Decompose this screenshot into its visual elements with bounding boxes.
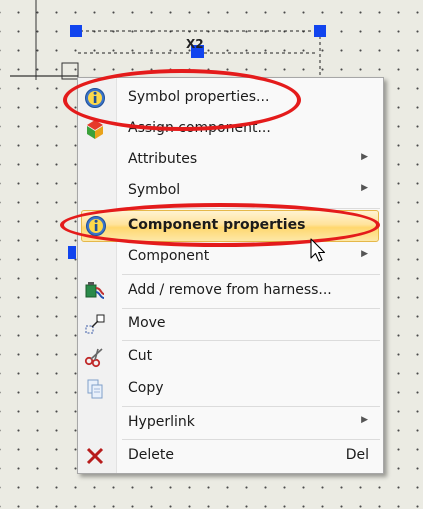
menu-item-label: Delete bbox=[128, 447, 174, 463]
menu-item-cut[interactable]: Cut bbox=[78, 342, 383, 372]
menu-item-label: Copy bbox=[128, 380, 164, 396]
menu-item-shortcut: Del bbox=[345, 447, 369, 463]
annotation-ellipse-component-properties bbox=[60, 203, 380, 247]
mouse-cursor-icon bbox=[310, 238, 326, 262]
menu-item-label: Cut bbox=[128, 348, 153, 364]
submenu-arrow-icon: ▶ bbox=[361, 415, 368, 425]
menu-item-delete[interactable]: Delete Del bbox=[78, 441, 383, 471]
selection-handle[interactable] bbox=[68, 246, 76, 259]
menu-item-label: Component bbox=[128, 248, 210, 264]
menu-separator bbox=[122, 406, 380, 407]
submenu-arrow-icon: ▶ bbox=[361, 249, 368, 259]
selection-handle[interactable] bbox=[70, 25, 82, 37]
move-icon bbox=[84, 313, 106, 335]
copy-icon bbox=[84, 378, 106, 400]
submenu-arrow-icon: ▶ bbox=[361, 152, 368, 162]
delete-icon bbox=[84, 445, 106, 467]
menu-item-add-remove-harness[interactable]: Add / remove from harness... bbox=[78, 276, 383, 306]
menu-item-label: Add / remove from harness... bbox=[128, 282, 332, 298]
scissors-icon bbox=[84, 346, 106, 368]
menu-item-label: Hyperlink bbox=[128, 414, 195, 430]
submenu-arrow-icon: ▶ bbox=[361, 183, 368, 193]
context-menu: Symbol properties... Assign component...… bbox=[77, 77, 384, 474]
symbol-reference-text: X2 bbox=[186, 37, 204, 51]
menu-item-label: Move bbox=[128, 315, 166, 331]
menu-separator bbox=[122, 340, 380, 341]
harness-icon bbox=[84, 280, 106, 302]
selection-handle[interactable] bbox=[314, 25, 326, 37]
menu-item-symbol[interactable]: Symbol ▶ bbox=[78, 176, 383, 206]
menu-separator bbox=[122, 439, 380, 440]
menu-separator bbox=[122, 274, 380, 275]
menu-item-attributes[interactable]: Attributes ▶ bbox=[78, 145, 383, 175]
annotation-ellipse-symbol-properties bbox=[63, 69, 301, 131]
menu-item-copy[interactable]: Copy bbox=[78, 374, 383, 404]
menu-item-label: Symbol bbox=[128, 182, 181, 198]
menu-item-move[interactable]: Move bbox=[78, 309, 383, 339]
menu-item-label: Attributes bbox=[128, 151, 198, 167]
menu-item-hyperlink[interactable]: Hyperlink ▶ bbox=[78, 408, 383, 438]
